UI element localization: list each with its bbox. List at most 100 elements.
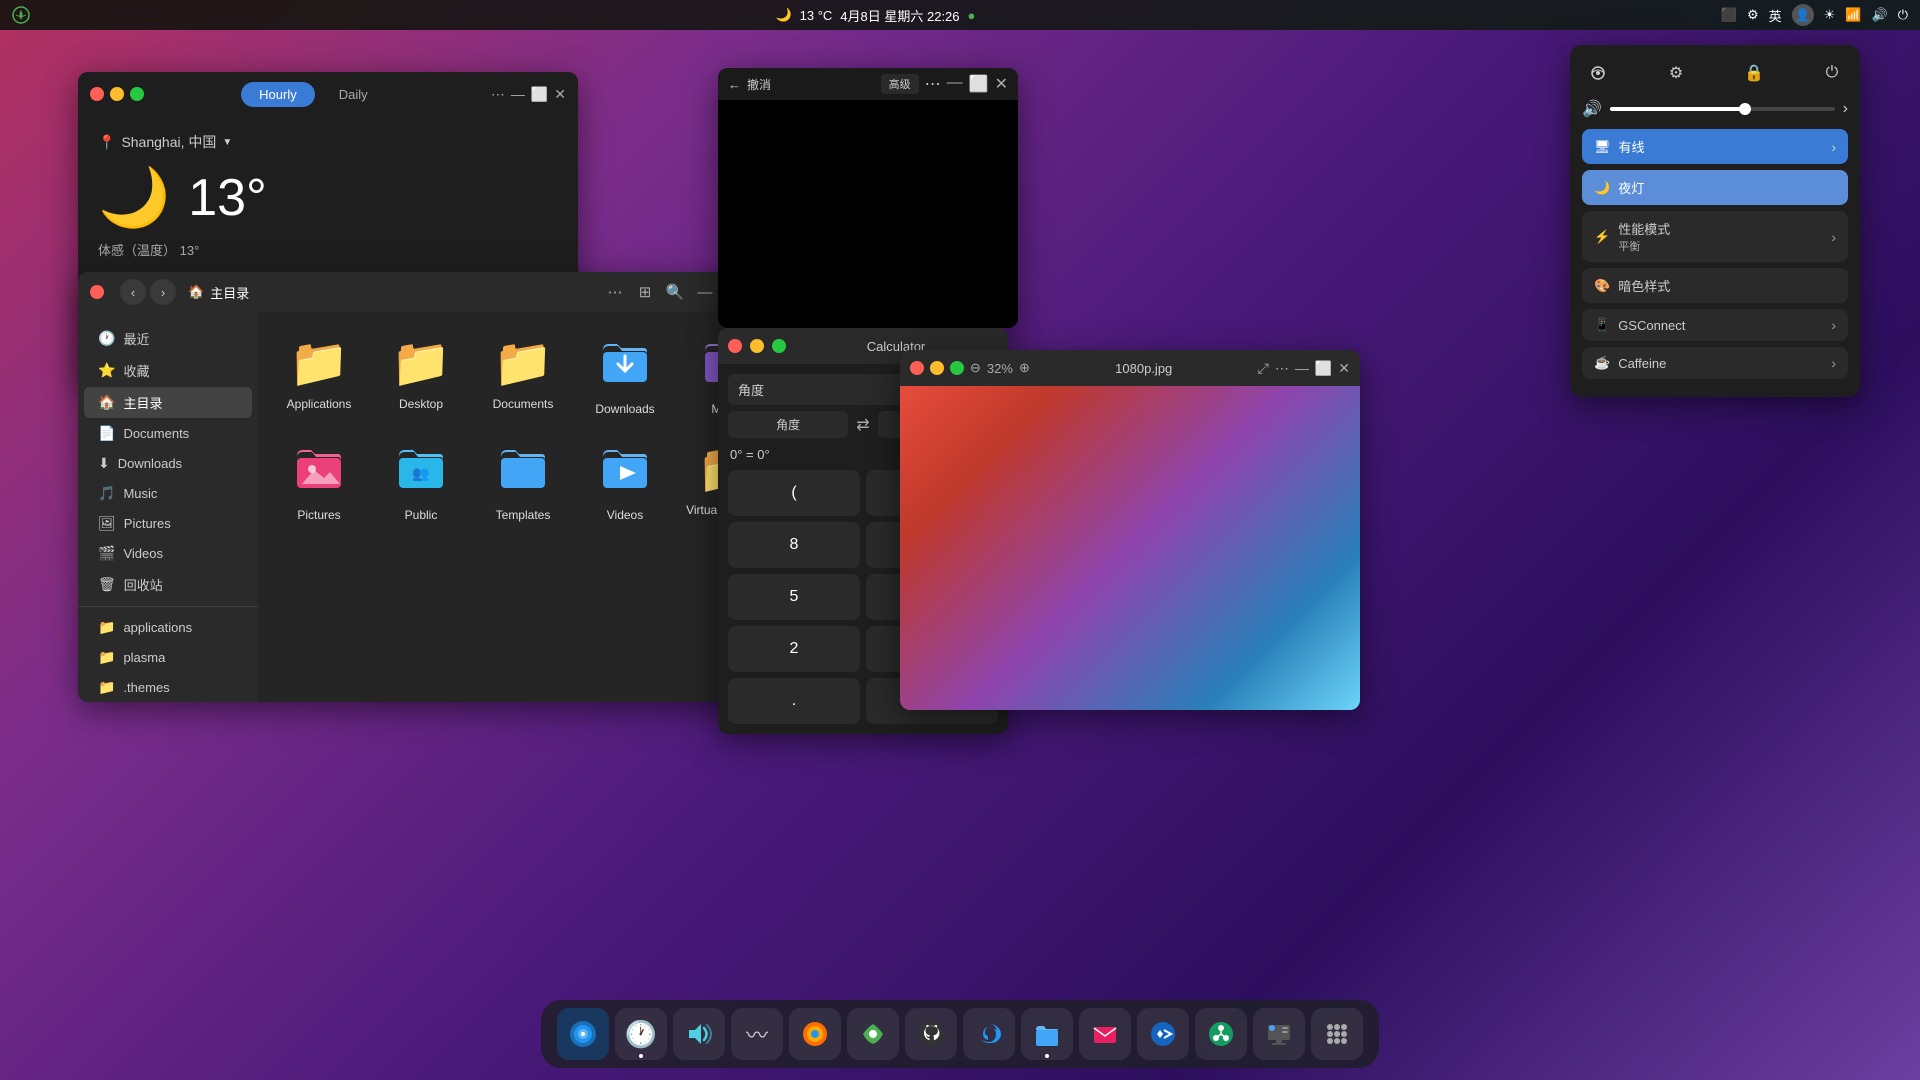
topbar-wifi-icon[interactable]: 📶: [1845, 7, 1861, 23]
sidebar-item-videos[interactable]: 🎬 Videos: [84, 539, 252, 568]
calc-convert-from[interactable]: 角度: [728, 411, 848, 438]
taskbar-item-email[interactable]: [1079, 1008, 1131, 1060]
imgviewer-win-close-icon[interactable]: ✕: [1338, 360, 1350, 377]
taskbar-item-wave[interactable]: 〰: [731, 1008, 783, 1060]
sidebar-item-home[interactable]: 🏠 主目录: [84, 387, 252, 418]
weather-min-btn[interactable]: [110, 87, 124, 101]
fm-view-icon[interactable]: ⊞: [634, 281, 656, 303]
sidebar-item-music[interactable]: 🎵 Music: [84, 479, 252, 508]
weather-close-icon[interactable]: ✕: [554, 86, 566, 103]
calc-min-btn[interactable]: [750, 339, 764, 353]
topbar-lang[interactable]: 英: [1769, 6, 1782, 25]
tab-hourly[interactable]: Hourly: [241, 82, 315, 107]
imgviewer-menu-icon[interactable]: ⋯: [1275, 360, 1289, 377]
vp-close-icon[interactable]: ✕: [995, 74, 1008, 94]
taskbar-item-firefox[interactable]: [789, 1008, 841, 1060]
fm-back-btn[interactable]: ‹: [120, 279, 146, 305]
topbar-power-icon[interactable]: ⏻: [1898, 7, 1908, 23]
sidebar-item-recent[interactable]: 🕐 最近: [84, 323, 252, 354]
calc-convert-swap-icon[interactable]: ⇄: [856, 415, 869, 435]
topbar-avatar[interactable]: 👤: [1792, 4, 1814, 26]
vp-max-icon[interactable]: ⬜: [969, 74, 989, 94]
qs-settings-icon[interactable]: ⚙: [1660, 57, 1692, 89]
weather-menu-icon[interactable]: ⋯: [491, 86, 505, 103]
qs-performance-arrow[interactable]: ›: [1831, 229, 1836, 245]
sidebar-item-favorites[interactable]: ⭐ 收藏: [84, 355, 252, 386]
fm-forward-btn[interactable]: ›: [150, 279, 176, 305]
folder-public[interactable]: 👥 Public: [374, 432, 468, 530]
qs-network-icon[interactable]: [1582, 57, 1614, 89]
folder-desktop[interactable]: 📁 Desktop: [374, 326, 468, 424]
taskbar-item-github[interactable]: [905, 1008, 957, 1060]
vp-quality[interactable]: 高级: [881, 74, 919, 94]
taskbar-item-inkscape[interactable]: [847, 1008, 899, 1060]
imgviewer-zoom-in-icon[interactable]: ⊕: [1019, 360, 1030, 376]
sidebar-item-pictures[interactable]: 🖼 Pictures: [84, 509, 252, 538]
qs-gsconnect-arrow[interactable]: ›: [1831, 317, 1836, 333]
taskbar-item-dev[interactable]: [1137, 1008, 1189, 1060]
imgviewer-expand-icon[interactable]: ⤢: [1258, 360, 1269, 377]
calc-btn-2[interactable]: 2: [728, 626, 860, 672]
qs-caffeine-arrow[interactable]: ›: [1831, 355, 1836, 371]
taskbar-item-neon-browser[interactable]: [557, 1008, 609, 1060]
qs-volume-icon[interactable]: 🔊: [1582, 99, 1602, 119]
fm-menu-icon[interactable]: ⋯: [604, 281, 626, 303]
sidebar-item-themes[interactable]: 📁 .themes: [84, 673, 252, 702]
topbar-settings-icon[interactable]: ⚙: [1747, 7, 1759, 23]
imgviewer-win-max-icon[interactable]: ⬜: [1315, 360, 1332, 377]
folder-downloads[interactable]: Downloads: [578, 326, 672, 424]
qs-tile-darkmode[interactable]: 🎨 暗色样式: [1582, 268, 1848, 303]
calc-btn-open-paren[interactable]: (: [728, 470, 860, 516]
imgviewer-close-btn[interactable]: [910, 361, 924, 375]
logo-icon[interactable]: [12, 6, 30, 24]
qs-tile-gsconnect[interactable]: 📱 GSConnect ›: [1582, 309, 1848, 341]
weather-close-btn[interactable]: [90, 87, 104, 101]
sidebar-item-trash[interactable]: 🗑 回收站: [84, 569, 252, 600]
sidebar-item-plasma[interactable]: 📁 plasma: [84, 643, 252, 672]
vp-min-icon[interactable]: —: [947, 74, 963, 94]
weather-location[interactable]: 📍 Shanghai, 中国 ▼: [98, 132, 558, 152]
fm-min-icon[interactable]: —: [694, 281, 716, 303]
qs-wired-arrow[interactable]: ›: [1831, 139, 1836, 155]
sidebar-item-applications[interactable]: 📁 applications: [84, 613, 252, 642]
qs-lock-icon[interactable]: 🔒: [1738, 57, 1770, 89]
vp-back-icon[interactable]: ←: [728, 77, 741, 92]
qs-arrow-right[interactable]: ›: [1843, 100, 1848, 118]
folder-pictures[interactable]: Pictures: [272, 432, 366, 530]
sidebar-item-documents[interactable]: 📄 Documents: [84, 419, 252, 448]
qs-tile-wired[interactable]: 🖥 有线 ›: [1582, 129, 1848, 164]
folder-documents[interactable]: 📁 Documents: [476, 326, 570, 424]
topbar-window-icon[interactable]: ⬛: [1721, 7, 1737, 23]
weather-max-btn[interactable]: [130, 87, 144, 101]
taskbar-item-audio[interactable]: [673, 1008, 725, 1060]
qs-tile-nightlight[interactable]: 🌙 夜灯: [1582, 170, 1848, 205]
calc-max-btn[interactable]: [772, 339, 786, 353]
topbar-brightness-icon[interactable]: ☀: [1824, 7, 1836, 23]
folder-videos[interactable]: Videos: [578, 432, 672, 530]
fm-close-btn[interactable]: [90, 285, 104, 299]
weather-minimize-icon[interactable]: —: [511, 86, 525, 102]
imgviewer-zoom-out-icon[interactable]: ⊖: [970, 360, 981, 376]
qs-tile-caffeine[interactable]: ☕ Caffeine ›: [1582, 347, 1848, 379]
taskbar-item-screen[interactable]: [1253, 1008, 1305, 1060]
imgviewer-win-min-icon[interactable]: —: [1295, 360, 1309, 376]
fm-search-icon[interactable]: 🔍: [664, 281, 686, 303]
folder-applications[interactable]: 📁 Applications: [272, 326, 366, 424]
imgviewer-max-btn[interactable]: [950, 361, 964, 375]
topbar-sound-icon[interactable]: 🔊: [1872, 7, 1888, 23]
qs-power-icon[interactable]: ⏻: [1816, 57, 1848, 89]
calc-close-btn[interactable]: [728, 339, 742, 353]
taskbar-item-clock[interactable]: 🕐: [615, 1008, 667, 1060]
imgviewer-min-btn[interactable]: [930, 361, 944, 375]
vp-more-icon[interactable]: ⋯: [925, 74, 941, 94]
taskbar-item-apps-grid[interactable]: [1311, 1008, 1363, 1060]
taskbar-item-files[interactable]: [1021, 1008, 1073, 1060]
qs-volume-slider[interactable]: [1610, 107, 1835, 111]
calc-btn-5[interactable]: 5: [728, 574, 860, 620]
calc-btn-dot[interactable]: .: [728, 678, 860, 724]
weather-expand-icon[interactable]: ⬜: [531, 86, 548, 103]
taskbar-item-edge[interactable]: [963, 1008, 1015, 1060]
taskbar-item-gitkraken[interactable]: [1195, 1008, 1247, 1060]
tab-daily[interactable]: Daily: [321, 82, 386, 107]
calc-btn-8[interactable]: 8: [728, 522, 860, 568]
